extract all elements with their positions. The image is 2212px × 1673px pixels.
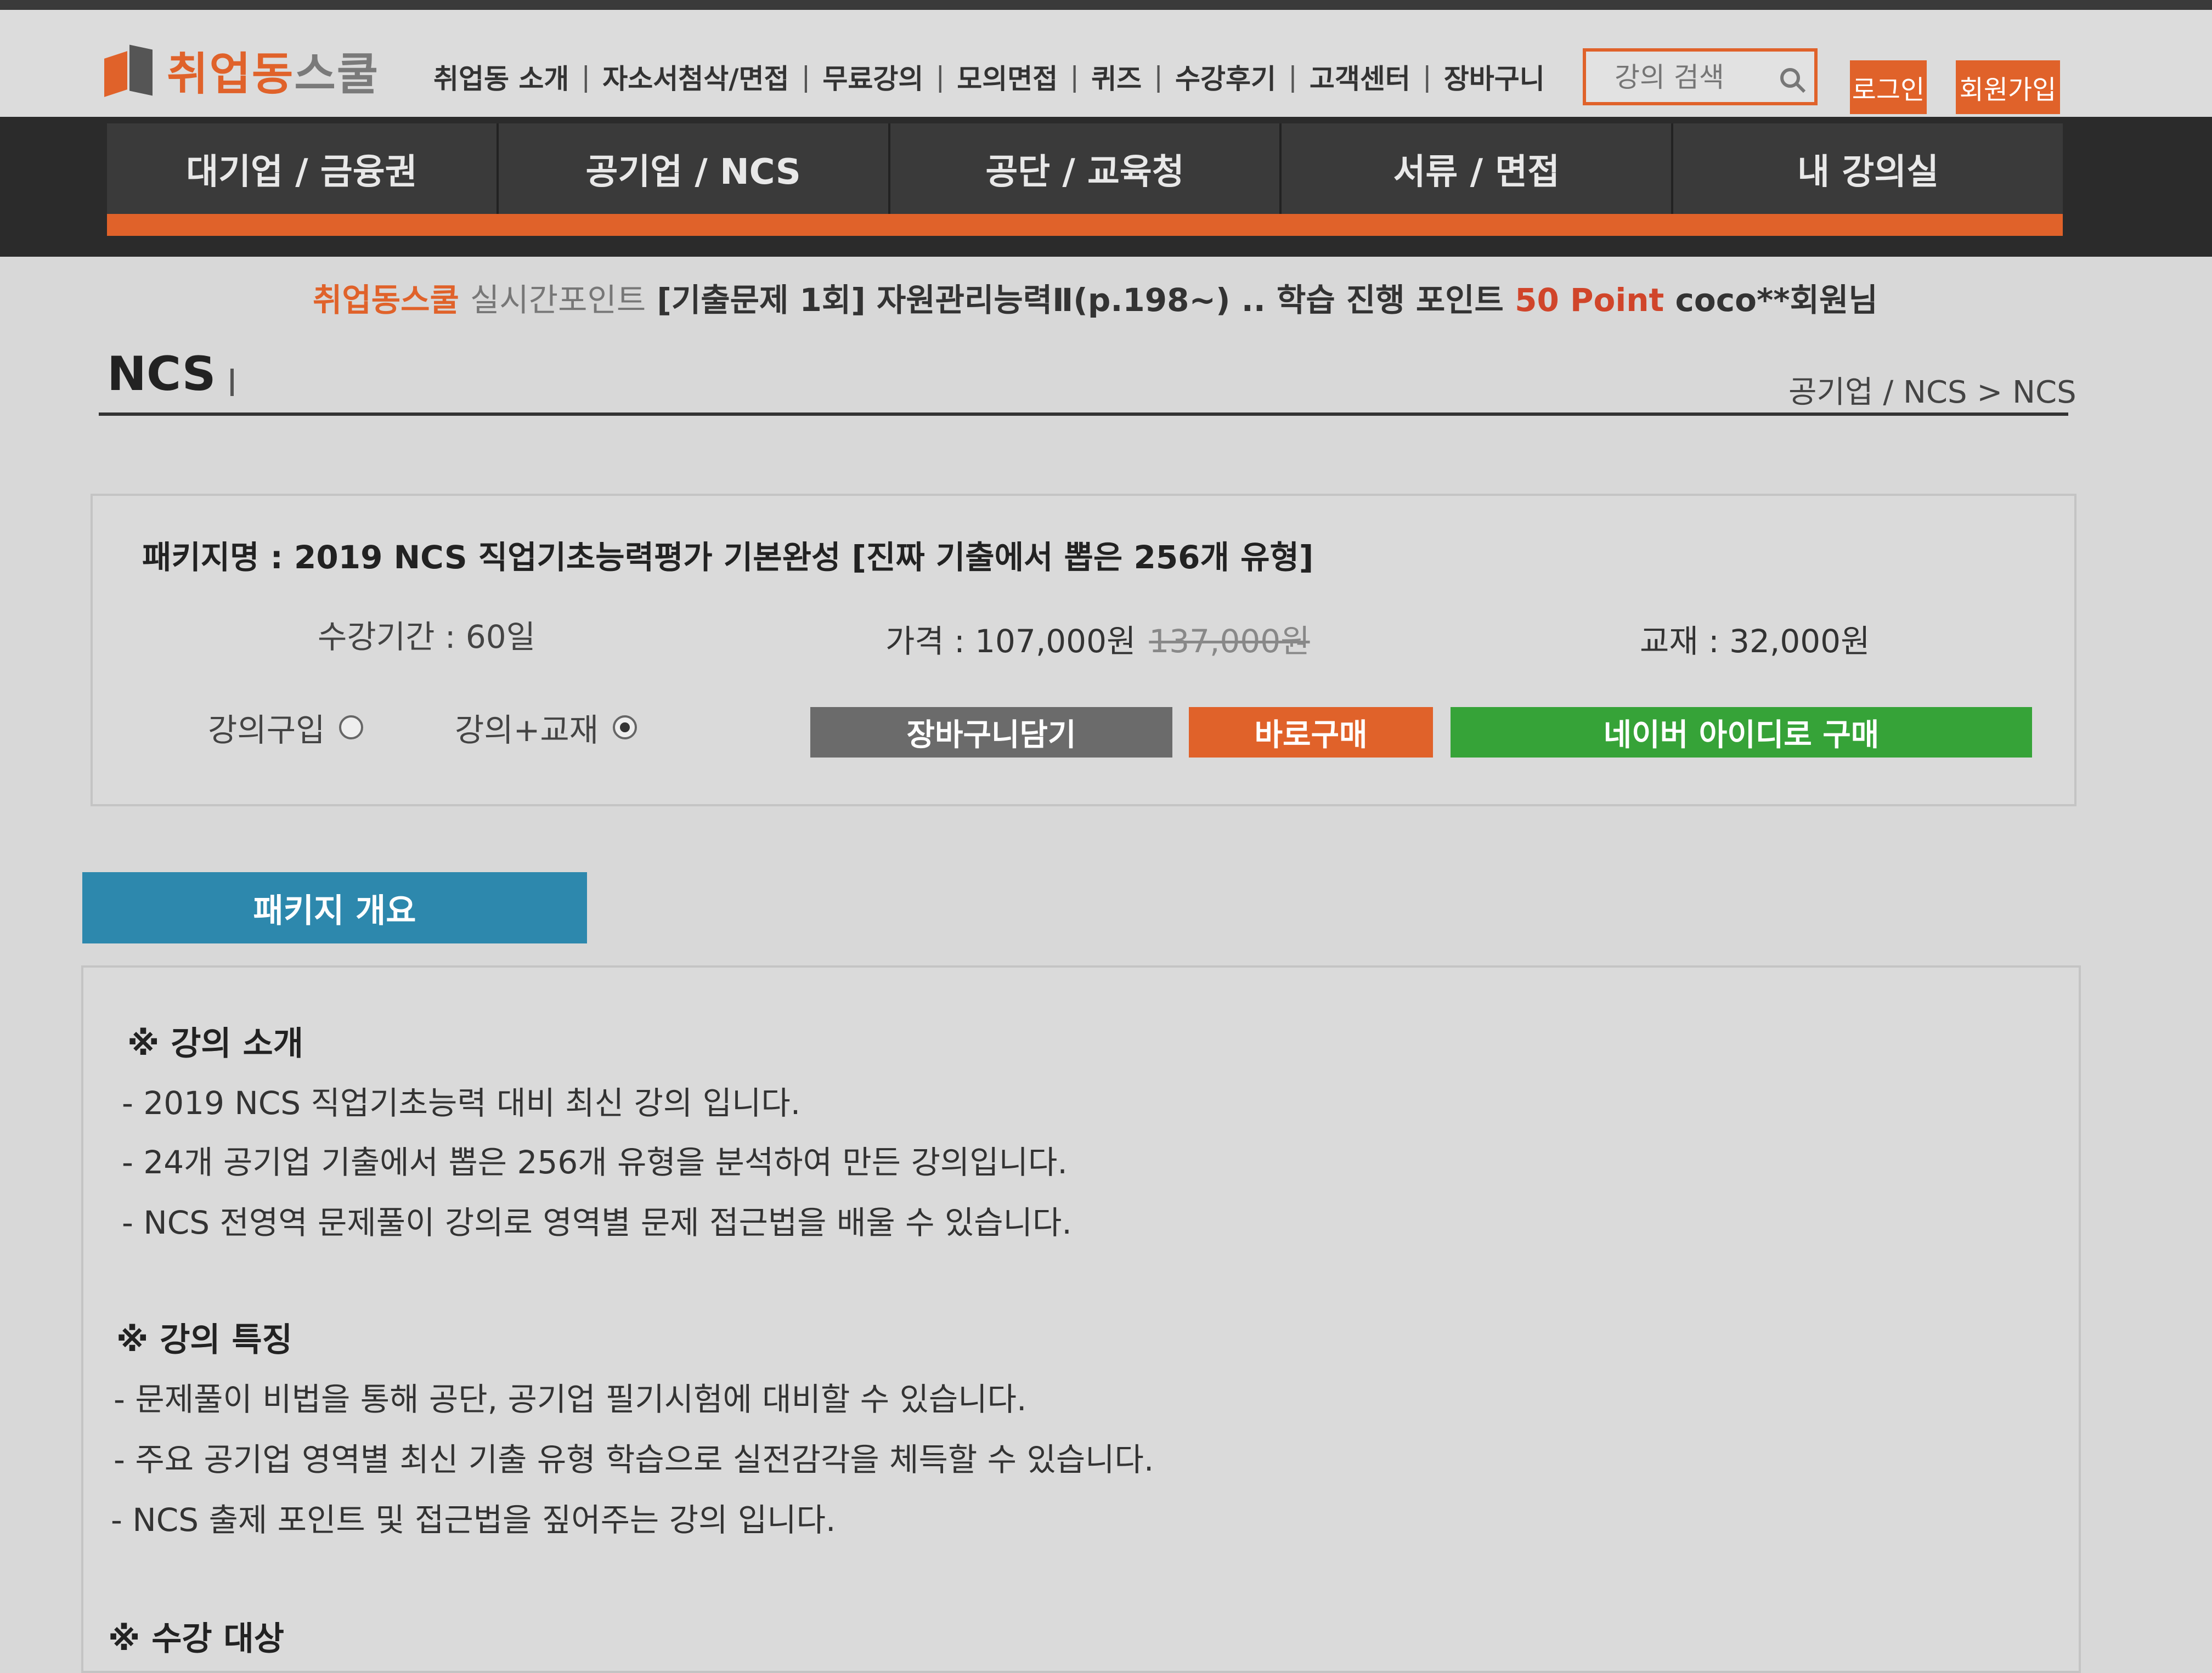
breadcrumb[interactable]: 공기업 / NCS > NCS [1788, 368, 2076, 412]
separator: | [1154, 61, 1163, 93]
tab-public-ncs[interactable]: 공기업 / NCS [498, 123, 890, 214]
realtime-points-ticker: 취업동스쿨 실시간포인트 [기출문제 1회] 자원관리능력Ⅱ(p.198~) .… [313, 274, 1878, 320]
tab-package-overview[interactable]: 패키지 개요 [82, 872, 587, 943]
nav-accent-bar [107, 214, 2063, 236]
topnav-item-resume[interactable]: 자소서첨삭/면접 [602, 57, 789, 97]
package-name: 패키지명 : 2019 NCS 직업기초능력평가 기본완성 [진짜 기출에서 뽑… [142, 539, 1314, 576]
add-to-cart-button[interactable]: 장바구니담기 [810, 707, 1172, 758]
option-lecture-radio[interactable] [339, 715, 364, 739]
ticker-brand: 취업동스쿨 [313, 281, 459, 319]
intro-line: - 2019 NCS 직업기초능력 대비 최신 강의 입니다. [122, 1084, 801, 1122]
feature-title: ※ 강의 특징 [116, 1321, 292, 1359]
overview-content: ※ 강의 소개 - 2019 NCS 직업기초능력 대비 최신 강의 입니다. … [81, 965, 2081, 1673]
naver-purchase-button[interactable]: 네이버 아이디로 구매 [1451, 707, 2032, 758]
site-logo[interactable]: 취업동스쿨 [104, 37, 379, 103]
tab-my-classroom[interactable]: 내 강의실 [1673, 123, 2063, 214]
topnav-item-free-lectures[interactable]: 무료강의 [822, 57, 923, 97]
feature-line: - NCS 출제 포인트 및 접근법을 짚어주는 강의 입니다. [111, 1501, 836, 1539]
feature-line: - 문제풀이 비법을 통해 공단, 공기업 필기시험에 대비할 수 있습니다. [114, 1381, 1027, 1418]
topnav-item-about[interactable]: 취업동 소개 [433, 57, 569, 97]
topnav-item-cart[interactable]: 장바구니 [1444, 57, 1545, 97]
option-lecture-book-radio[interactable] [613, 715, 637, 739]
separator: | [1422, 61, 1432, 93]
package-book-price: 교재 : 32,000원 [1640, 623, 1870, 660]
intro-line: - 24개 공기업 기출에서 뽑은 256개 유형을 분석하여 만든 강의입니다… [122, 1144, 1068, 1181]
option-lecture-label: 강의구입 [208, 711, 325, 749]
separator: | [1070, 61, 1080, 93]
separator: | [935, 61, 945, 93]
tab-corporation-education[interactable]: 공단 / 교육청 [890, 123, 1282, 214]
ticker-user: coco**회원님 [1675, 281, 1878, 319]
ticker-label: 실시간포인트 [470, 281, 646, 319]
tab-enterprise-finance[interactable]: 대기업 / 금융권 [107, 123, 499, 214]
price-original: 137,000원 [1149, 623, 1310, 660]
option-lecture-book-label: 강의+교재 [455, 711, 599, 749]
top-strip [0, 0, 2212, 10]
site-header: 취업동스쿨 취업동 소개 | 자소서첨삭/면접 | 무료강의 | 모의면접 | 퀴즈 | … [0, 10, 2212, 117]
title-underline [99, 412, 2068, 416]
separator: | [801, 61, 811, 93]
topnav-item-mock-interview[interactable]: 모의면접 [957, 57, 1058, 97]
feature-line: - 주요 공기업 영역별 최신 기출 유형 학습으로 실전감각을 체득할 수 있… [114, 1441, 1154, 1478]
option-lecture[interactable]: 강의구입 [208, 704, 364, 750]
logo-text: 취업동스쿨 [167, 48, 380, 100]
price-current: 가격 : 107,000원 [885, 623, 1136, 660]
buy-now-button[interactable]: 바로구매 [1189, 707, 1433, 758]
login-button[interactable]: 로그인 [1850, 60, 1927, 114]
topnav-item-quiz[interactable]: 퀴즈 [1091, 57, 1142, 97]
option-lecture-book[interactable]: 강의+교재 [455, 704, 637, 750]
search-icon[interactable] [1780, 68, 1800, 88]
ticker-points: 50 Point [1515, 281, 1664, 319]
target-title: ※ 수강 대상 [108, 1620, 284, 1658]
tab-documents-interview[interactable]: 서류 / 면접 [1282, 123, 1674, 214]
package-period: 수강기간 : 60일 [318, 618, 536, 655]
package-price: 가격 : 107,000원 137,000원 [885, 615, 1310, 662]
page-title: NCS [107, 347, 216, 402]
search-box [1583, 48, 1818, 105]
separator: | [1288, 61, 1297, 93]
main-nav: 대기업 / 금융권 공기업 / NCS 공단 / 교육청 서류 / 면접 내 강… [107, 123, 2063, 214]
search-input[interactable] [1613, 60, 1780, 94]
topnav-item-reviews[interactable]: 수강후기 [1175, 57, 1276, 97]
package-info-box: 패키지명 : 2019 NCS 직업기초능력평가 기본완성 [진짜 기출에서 뽑… [91, 494, 2076, 806]
top-nav: 취업동 소개 | 자소서첨삭/면접 | 무료강의 | 모의면접 | 퀴즈 | 수강후기 | … [433, 57, 1545, 97]
ticker-message: [기출문제 1회] 자원관리능력Ⅱ(p.198~) .. 학습 진행 포인트 [657, 281, 1504, 319]
title-divider [230, 369, 234, 396]
logo-mark-icon [104, 44, 154, 97]
topnav-item-support[interactable]: 고객센터 [1310, 57, 1410, 97]
signup-button[interactable]: 회원가입 [1956, 60, 2060, 114]
intro-line: - NCS 전영역 문제풀이 강의로 영역별 문제 접근법을 배울 수 있습니다… [122, 1204, 1072, 1241]
separator: | [581, 61, 591, 93]
intro-title: ※ 강의 소개 [127, 1025, 303, 1063]
